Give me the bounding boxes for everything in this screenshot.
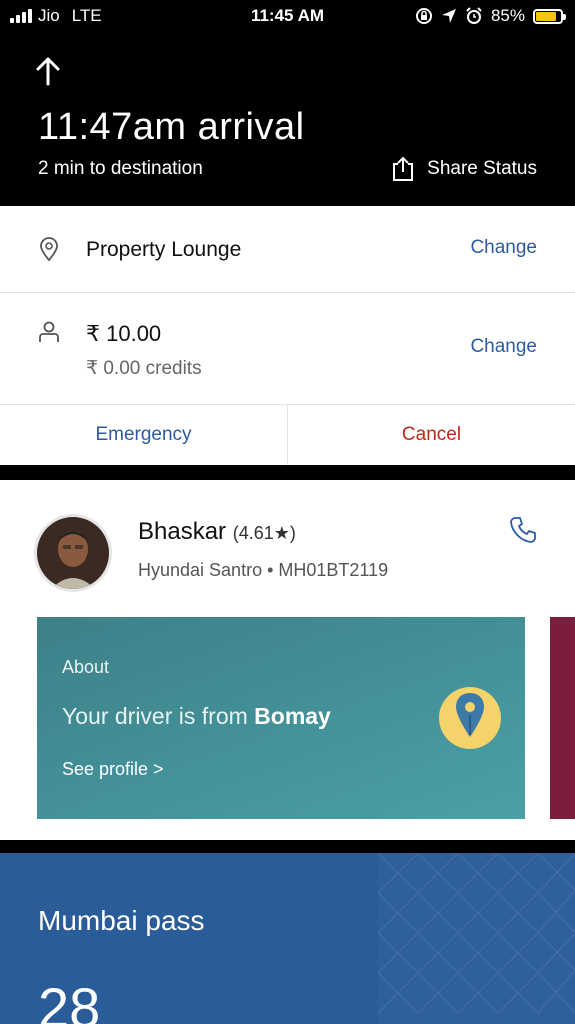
- trip-details-card: Property Lounge Change ₹ 10.00 ₹ 0.00 cr…: [0, 206, 575, 465]
- share-status-button[interactable]: Share Status: [391, 156, 537, 182]
- destination-name: Property Lounge: [86, 238, 242, 261]
- eta-text: 2 min to destination: [38, 158, 203, 179]
- change-destination-button[interactable]: Change: [470, 237, 537, 259]
- battery-icon: [533, 8, 566, 24]
- user-icon: [39, 321, 59, 342]
- driver-avatar: [34, 514, 112, 592]
- destination-row: Property Lounge Change: [0, 206, 575, 293]
- cancel-trip-button[interactable]: Cancel: [288, 405, 575, 465]
- pass-number: 28: [38, 976, 101, 1024]
- driver-card: Bhaskar (4.61★) Hyundai Santro • MH01BT2…: [0, 480, 575, 840]
- driver-photo-icon: [37, 517, 109, 589]
- share-status-label: Share Status: [427, 158, 537, 179]
- driver-origin-text: Your driver is from: [62, 703, 248, 729]
- location-pin-icon: [40, 237, 58, 262]
- vehicle-info: Hyundai Santro • MH01BT2119: [138, 560, 389, 580]
- driver-about-card[interactable]: About Your driver is from Bomay See prof…: [37, 617, 525, 819]
- credits-amount: ₹ 0.00 credits: [86, 358, 202, 379]
- rotation-lock-icon: [415, 8, 432, 24]
- arrow-up-icon[interactable]: [34, 56, 62, 86]
- location-arrow-icon: [441, 9, 456, 23]
- pass-title: Mumbai pass: [38, 905, 205, 936]
- driver-origin-city: Bomay: [254, 703, 331, 729]
- driver-origin: Your driver is from Bomay: [62, 703, 331, 730]
- arrival-time: 11:47am arrival: [38, 106, 305, 148]
- change-payment-button[interactable]: Change: [470, 336, 537, 358]
- share-icon: [393, 156, 414, 181]
- see-profile-link[interactable]: See profile >: [62, 759, 164, 780]
- driver-name: Bhaskar (4.61★): [138, 518, 296, 546]
- driver-rating: (4.61★): [232, 523, 296, 543]
- emergency-button[interactable]: Emergency: [0, 405, 288, 465]
- about-title: About: [62, 657, 110, 677]
- city-pass-card[interactable]: Mumbai pass 28: [0, 853, 575, 1024]
- trip-actions: Emergency Cancel: [0, 405, 575, 465]
- trip-header: 11:47am arrival 2 min to destination Sha…: [0, 34, 575, 206]
- phone-icon[interactable]: [509, 516, 537, 544]
- alarm-icon: [466, 7, 482, 24]
- next-card-peek[interactable]: [550, 617, 575, 819]
- battery-percent: 85%: [490, 6, 525, 25]
- map-pin-badge-icon: [439, 687, 501, 749]
- driver-name-text: Bhaskar: [138, 518, 227, 545]
- fare-amount: ₹ 10.00: [86, 321, 162, 346]
- payment-row: ₹ 10.00 ₹ 0.00 credits Change: [0, 293, 575, 405]
- pass-pattern: [378, 853, 575, 1024]
- status-bar: Jio LTE 11:45 AM 85%: [0, 0, 575, 34]
